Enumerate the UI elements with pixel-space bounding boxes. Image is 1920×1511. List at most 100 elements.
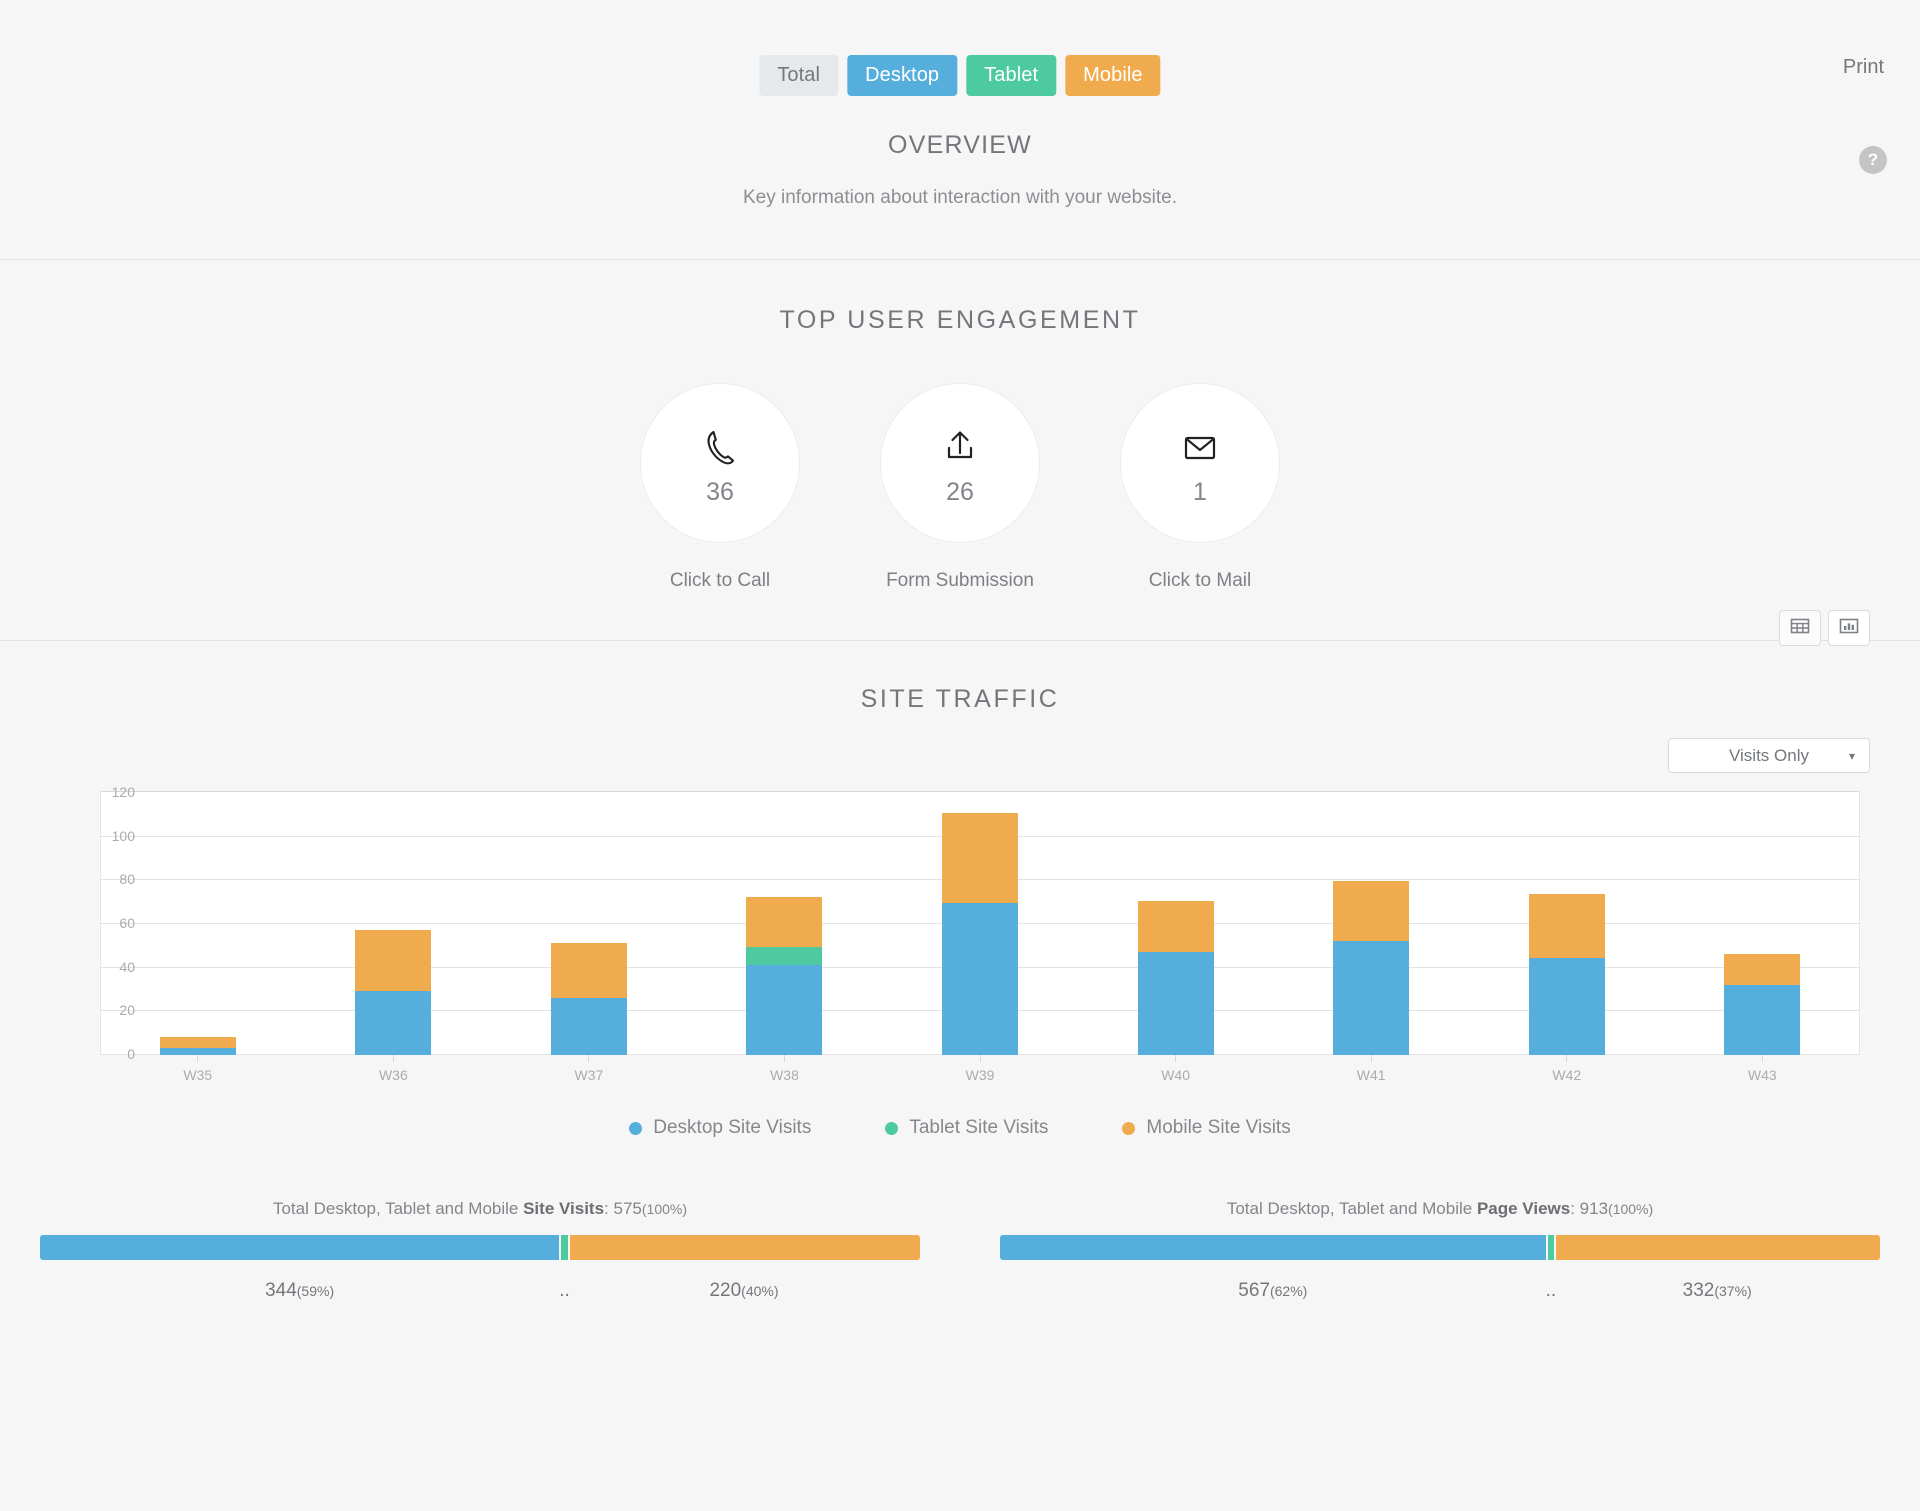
overview-section: OVERVIEW Key information about interacti… <box>0 117 1920 260</box>
legend-item[interactable]: Tablet Site Visits <box>885 1117 1048 1139</box>
print-button[interactable]: Print <box>1843 56 1884 79</box>
x-axis-tick-label: W40 <box>1161 1067 1190 1083</box>
x-axis-tick-mark <box>392 1055 394 1062</box>
engagement-label: Click to Call <box>669 570 771 591</box>
chart-bar-group[interactable]: W43 <box>1665 791 1861 1083</box>
x-axis-tick-mark <box>588 1055 590 1062</box>
x-axis-tick-label: W36 <box>378 1067 408 1083</box>
engagement-value: 26 <box>946 477 974 506</box>
bar-segment-desktop[interactable] <box>550 997 627 1055</box>
site-traffic-section: SITE TRAFFIC Visits Only ▾ 0 20 40 60 80 100 1… <box>0 641 1920 1302</box>
total-caption-prefix: Total Desktop, Tablet and Mobile <box>1226 1199 1477 1218</box>
total-bar-segment-desktop[interactable] <box>1000 1235 1546 1260</box>
total-distribution-bar <box>40 1235 920 1260</box>
segment-count: 567 <box>1238 1280 1270 1301</box>
device-tab-tablet[interactable]: Tablet <box>966 55 1057 96</box>
bar-segment-desktop[interactable] <box>1333 940 1410 1055</box>
total-caption-prefix: Total Desktop, Tablet and Mobile <box>272 1199 524 1218</box>
legend-color-dot <box>885 1121 899 1135</box>
bar-segment-tablet[interactable] <box>746 947 823 965</box>
total-value: 913 <box>1579 1199 1609 1218</box>
chart-bar-group[interactable]: W36 <box>296 791 492 1083</box>
engagement-label: Form Submission <box>886 570 1034 591</box>
segment-percent: (62%) <box>1269 1283 1308 1299</box>
phone-icon <box>700 422 740 474</box>
segment-value-desktop: 567(62%) <box>1000 1280 1546 1302</box>
segment-count: 344 <box>265 1280 297 1301</box>
chart-bar-group[interactable]: W38 <box>687 791 883 1083</box>
top-bar: Total Desktop Tablet Mobile Print <box>0 0 1920 117</box>
legend-label: Desktop Site Visits <box>653 1117 812 1138</box>
bar-segment-mobile[interactable] <box>1528 894 1605 959</box>
segment-value-desktop: 344(59%) <box>40 1280 559 1302</box>
chart-bar-group[interactable]: W42 <box>1469 791 1665 1083</box>
top-user-engagement-section: TOP USER ENGAGEMENT 36 Click to Call 26 … <box>0 260 1920 646</box>
total-bar-segment-mobile[interactable] <box>567 1235 920 1260</box>
engagement-section-title: TOP USER ENGAGEMENT <box>779 306 1141 334</box>
chart-bar-group[interactable]: W37 <box>491 791 687 1083</box>
engagement-value: 36 <box>706 477 734 506</box>
segment-percent: (37%) <box>1714 1283 1752 1299</box>
total-bar-segment-tablet[interactable] <box>559 1235 568 1260</box>
metric-select[interactable]: Visits Only ▾ <box>1668 738 1870 773</box>
engagement-item: 26 Form Submission <box>880 383 1040 592</box>
page-title: OVERVIEW <box>888 131 1032 159</box>
help-icon[interactable]: ? <box>1859 146 1887 174</box>
bar-segment-mobile[interactable] <box>746 896 823 948</box>
x-axis-tick-mark <box>1761 1055 1763 1062</box>
overview-subtitle: Key information about interaction with y… <box>742 187 1178 208</box>
segment-count: 220 <box>709 1280 742 1301</box>
device-tab-total[interactable]: Total <box>759 55 839 96</box>
total-caption-metric: Site Visits <box>523 1199 605 1218</box>
total-bar-segment-tablet[interactable] <box>1545 1235 1555 1260</box>
chart-bar-group[interactable]: W35 <box>100 791 296 1083</box>
chart-bar-group[interactable]: W40 <box>1078 791 1274 1083</box>
chart-legend: Desktop Site Visits Tablet Site Visits Mob… <box>0 1117 1920 1139</box>
legend-label: Mobile Site Visits <box>1146 1117 1291 1138</box>
total-bar-segment-desktop[interactable] <box>40 1235 560 1260</box>
device-tab-mobile[interactable]: Mobile <box>1065 55 1161 96</box>
x-axis-tick-mark <box>783 1055 785 1062</box>
chart-bars-layer: W35 W36 W37 W38 W39 W40 W41 W42 W43 <box>100 791 1861 1083</box>
x-axis-tick-label: W43 <box>1747 1067 1777 1083</box>
engagement-circle-upload[interactable]: 26 <box>880 383 1040 543</box>
legend-item[interactable]: Mobile Site Visits <box>1122 1117 1291 1139</box>
bar-segment-desktop[interactable] <box>1137 951 1214 1055</box>
chevron-down-icon: ▾ <box>1848 748 1855 763</box>
bar-segment-desktop[interactable] <box>1528 958 1605 1055</box>
x-axis-tick-label: W39 <box>965 1067 995 1083</box>
bar-segment-mobile[interactable] <box>355 929 432 992</box>
total-bar-segment-mobile[interactable] <box>1554 1235 1880 1260</box>
engagement-circle-phone[interactable]: 36 <box>640 383 800 543</box>
legend-item[interactable]: Desktop Site Visits <box>629 1117 811 1139</box>
bar-segment-desktop[interactable] <box>355 991 432 1055</box>
bar-segment-desktop[interactable] <box>942 903 1019 1055</box>
bar-segment-mobile[interactable] <box>159 1037 236 1049</box>
engagement-item: 1 Click to Mail <box>1120 383 1280 592</box>
engagement-circle-envelope[interactable]: 1 <box>1120 383 1280 543</box>
total-segment-values: 344(59%).. 220(40%) <box>40 1280 920 1302</box>
bar-segment-desktop[interactable] <box>159 1048 236 1055</box>
x-axis-tick-mark <box>1370 1055 1372 1062</box>
device-tab-desktop[interactable]: Desktop <box>847 55 958 96</box>
bar-segment-mobile[interactable] <box>1724 953 1801 985</box>
chart-bar-group[interactable]: W39 <box>882 791 1078 1083</box>
chart-bar-group[interactable]: W41 <box>1273 791 1469 1083</box>
device-filter-tabs: Total Desktop Tablet Mobile <box>759 55 1161 96</box>
metric-select-value: Visits Only <box>1729 745 1809 765</box>
total-caption-sep: : <box>1570 1199 1580 1218</box>
segment-value-mobile: 332(37%) <box>1554 1280 1880 1302</box>
bar-chart-icon <box>1839 617 1859 640</box>
segment-value-mobile: 220(40%) <box>568 1280 920 1302</box>
bar-segment-mobile[interactable] <box>550 942 627 998</box>
bar-segment-mobile[interactable] <box>1137 901 1214 952</box>
engagement-label: Click to Mail <box>1148 570 1252 591</box>
bar-segment-mobile[interactable] <box>942 813 1019 904</box>
x-axis-tick-mark <box>979 1055 981 1062</box>
bar-segment-mobile[interactable] <box>1333 881 1410 941</box>
traffic-controls: Visits Only ▾ <box>0 738 1920 773</box>
bar-segment-desktop[interactable] <box>1724 984 1801 1055</box>
x-axis-tick-label: W42 <box>1552 1067 1582 1083</box>
bar-segment-desktop[interactable] <box>746 964 823 1055</box>
segment-percent: (59%) <box>296 1283 335 1299</box>
